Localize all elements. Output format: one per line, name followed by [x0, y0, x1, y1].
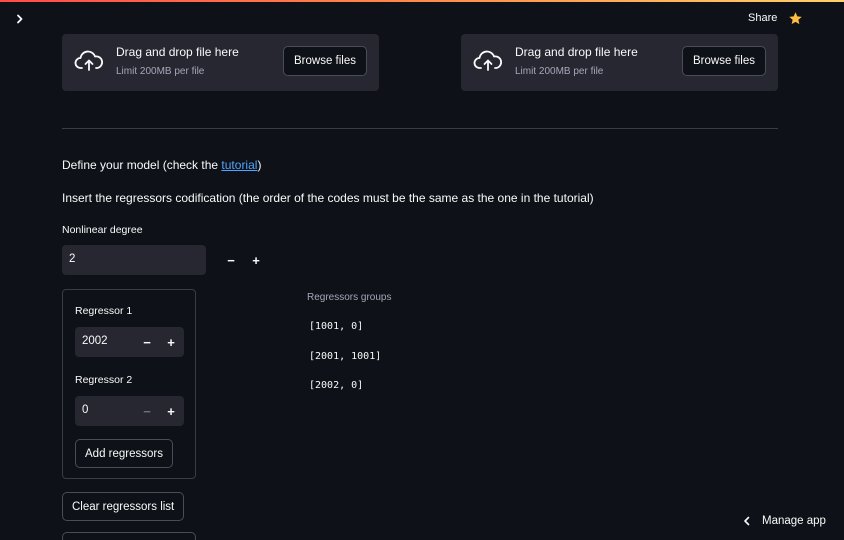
manage-app-button[interactable]: Manage app	[742, 515, 826, 527]
file-uploader-2[interactable]: Drag and drop file here Limit 200MB per …	[461, 34, 778, 91]
nonlinear-degree-input[interactable]: 2	[69, 253, 75, 265]
group-item: [1001, 0]	[309, 321, 364, 332]
decrement-button[interactable]: −	[135, 396, 159, 426]
decrement-button[interactable]: −	[135, 327, 159, 357]
regressor-1-label: Regressor 1	[75, 305, 133, 317]
browse-files-button[interactable]: Browse files	[682, 46, 766, 76]
top-accent-bar	[0, 0, 844, 2]
partial-button[interactable]	[62, 532, 196, 540]
increment-button[interactable]: +	[244, 245, 268, 275]
browse-files-button[interactable]: Browse files	[283, 46, 367, 76]
uploader-title: Drag and drop file here	[515, 45, 638, 59]
decrement-button[interactable]: −	[219, 245, 243, 275]
cloud-upload-icon	[74, 50, 104, 71]
clear-regressors-button[interactable]: Clear regressors list	[62, 492, 185, 521]
regressor-2-label: Regressor 2	[75, 374, 133, 386]
share-button[interactable]: Share	[748, 12, 777, 24]
define-model-text: Define your model (check the tutorial)	[62, 158, 261, 172]
uploader-title: Drag and drop file here	[116, 45, 239, 59]
regressor-2-input[interactable]: 0	[82, 404, 88, 416]
uploader-limit: Limit 200MB per file	[515, 66, 604, 77]
uploader-limit: Limit 200MB per file	[116, 66, 205, 77]
increment-button[interactable]: +	[159, 396, 183, 426]
manage-app-label: Manage app	[762, 515, 826, 527]
star-icon[interactable]	[788, 11, 803, 26]
regressor-1-input[interactable]: 2002	[82, 335, 108, 347]
instructions-text: Insert the regressors codification (the …	[62, 191, 594, 205]
nonlinear-degree-stepper[interactable]: 2 − +	[62, 245, 260, 275]
group-item: [2001, 1001]	[309, 351, 382, 362]
section-divider	[62, 128, 778, 129]
nonlinear-degree-label: Nonlinear degree	[62, 224, 143, 236]
regressor-1-stepper[interactable]: 2002 − +	[75, 327, 184, 357]
group-item: [2002, 0]	[309, 380, 364, 391]
add-regressors-button[interactable]: Add regressors	[75, 439, 173, 468]
chevron-left-icon	[744, 516, 750, 526]
define-prefix: Define your model (check the	[62, 158, 222, 172]
define-suffix: )	[257, 158, 262, 172]
file-uploader-1[interactable]: Drag and drop file here Limit 200MB per …	[62, 34, 379, 91]
cloud-upload-icon	[473, 50, 503, 71]
sidebar-expand-button[interactable]	[12, 11, 28, 27]
chevron-right-icon	[17, 14, 23, 24]
regressor-2-stepper[interactable]: 0 − +	[75, 396, 184, 426]
increment-button[interactable]: +	[159, 327, 183, 357]
regressors-groups-title: Regressors groups	[307, 292, 392, 303]
tutorial-link[interactable]: tutorial	[221, 158, 257, 172]
